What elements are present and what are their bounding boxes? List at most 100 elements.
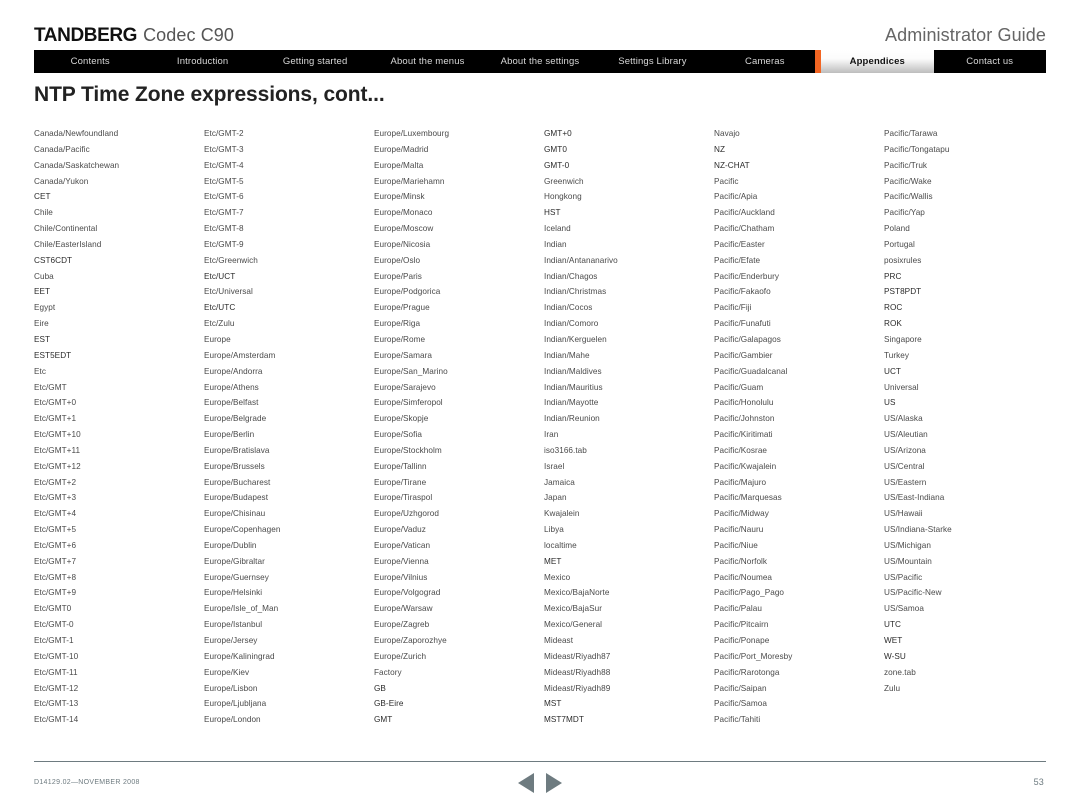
- timezone-entry: Pacific/Honolulu: [714, 398, 774, 408]
- timezone-entry: Mideast: [544, 636, 574, 645]
- timezone-entry: Etc: [34, 366, 46, 376]
- timezone-entry: Europe/Athens: [204, 382, 259, 392]
- timezone-entry: US/Indiana-Starke: [884, 525, 952, 535]
- section-navbar[interactable]: Contents Introduction Getting started About…: [34, 50, 1046, 73]
- timezone-entry: Mideast/Riyadh87: [544, 651, 611, 661]
- nav-tab-cameras[interactable]: Cameras: [708, 50, 822, 73]
- timezone-entry: Pacific/Majuro: [714, 477, 767, 487]
- timezone-entry: Europe/Monaco: [374, 208, 433, 218]
- timezone-entry: Europe/Uzhgorod: [374, 509, 439, 519]
- timezone-entry: Etc/GMT-4: [204, 160, 244, 170]
- triangle-right-icon[interactable]: [546, 773, 562, 793]
- timezone-entry: US/Mountain: [884, 556, 932, 566]
- nav-tab-label: Getting started: [282, 56, 348, 67]
- timezone-entry: Europe/Sarajevo: [374, 382, 436, 392]
- triangle-left-icon[interactable]: [518, 773, 534, 793]
- timezone-entry: Europe/Vilnius: [374, 572, 428, 582]
- nav-tab-about-the-settings[interactable]: About the settings: [483, 50, 597, 73]
- timezone-entry: US/Eastern: [884, 477, 927, 487]
- timezone-entry: Europe/Belfast: [204, 398, 259, 408]
- timezone-entry: Pacific/Palau: [714, 604, 762, 614]
- timezone-entry: Pacific/Port_Moresby: [714, 651, 793, 661]
- timezone-entry: Egypt: [34, 303, 56, 313]
- timezone-entry: Europe/San_Marino: [374, 366, 448, 376]
- timezone-entry: Indian/Reunion: [544, 414, 600, 424]
- timezone-entry: MST: [544, 699, 562, 709]
- timezone-entry: Europe/Vaduz: [374, 525, 426, 535]
- timezone-entry: UTC: [884, 620, 901, 630]
- nav-tab-appendices[interactable]: Appendices: [815, 50, 934, 73]
- timezone-entry: Etc/GMT-1: [34, 636, 74, 645]
- timezone-entry: Pacific/Pago_Pago: [714, 588, 785, 598]
- timezone-entry: Pacific/Funafuti: [714, 319, 771, 329]
- timezone-column: Navajo NZ NZ-CHAT Pacific Pacific/Apia Pacifi…: [714, 126, 884, 728]
- timezone-entry: Japan: [544, 493, 567, 503]
- nav-tab-contact-us[interactable]: Contact us: [933, 50, 1046, 73]
- timezone-entry: Europe/Stockholm: [374, 445, 442, 455]
- timezone-entry: Europe/Tiraspol: [374, 493, 433, 503]
- nav-tab-about-the-menus[interactable]: About the menus: [371, 50, 484, 73]
- timezone-entry: Universal: [884, 382, 919, 392]
- timezone-entry: Poland: [884, 224, 910, 234]
- timezone-entry: Indian: [544, 239, 567, 249]
- timezone-entry: Hongkong: [544, 192, 582, 202]
- timezone-entry: Etc/UTC: [204, 303, 236, 313]
- document-id: D14129.02—NOVEMBER 2008: [34, 779, 140, 786]
- timezone-entry: ROK: [884, 319, 902, 329]
- timezone-entry: Europe/Tallinn: [374, 461, 427, 471]
- timezone-entry: Europe/Amsterdam: [204, 350, 276, 360]
- timezone-entry: Etc/GMT+12: [34, 461, 81, 471]
- timezone-entry: Etc/GMT-0: [34, 620, 74, 630]
- timezone-entry: GB-Eire: [374, 699, 404, 709]
- timezone-entry: Etc/GMT+4: [34, 509, 77, 519]
- nav-tab-label: Contents: [70, 56, 110, 67]
- timezone-entry: Etc/GMT-10: [34, 651, 79, 661]
- timezone-entry: Etc/GMT+5: [34, 525, 77, 535]
- timezone-entry: posixrules: [884, 255, 922, 265]
- timezone-entry: PST8PDT: [884, 287, 922, 297]
- timezone-entry: Pacific/Fiji: [714, 303, 752, 313]
- timezone-entry: Etc/GMT-8: [204, 224, 244, 234]
- timezone-entry: Europe/Andorra: [204, 366, 263, 376]
- nav-tab-getting-started[interactable]: Getting started: [258, 50, 372, 73]
- timezone-entry: Etc/GMT+11: [34, 445, 81, 455]
- timezone-entry: Pacific/Gambier: [714, 350, 773, 360]
- nav-tab-contents[interactable]: Contents: [34, 50, 147, 73]
- timezone-entry: Europe/Budapest: [204, 493, 269, 503]
- timezone-entry: US/Hawaii: [884, 509, 923, 519]
- timezone-entry: GMT: [374, 715, 393, 725]
- timezone-entry: Europe/Lisbon: [204, 683, 258, 693]
- page-number: 53: [1033, 777, 1044, 787]
- timezone-entry: US: [884, 398, 896, 408]
- timezone-entry: Etc/GMT+0: [34, 398, 77, 408]
- timezone-entry: Cuba: [34, 271, 54, 281]
- timezone-entry: Etc/Greenwich: [204, 255, 258, 265]
- timezone-entry: Chile/Continental: [34, 224, 98, 234]
- timezone-entry: Europe/Prague: [374, 303, 430, 313]
- timezone-entry: Indian/Comoro: [544, 319, 599, 329]
- timezone-entry: Canada/Pacific: [34, 144, 90, 154]
- timezone-entry: Mideast/Riyadh89: [544, 683, 611, 693]
- timezone-column: GMT+0 GMT0 GMT-0 Greenwich Hongkong HST Icelan…: [544, 126, 714, 728]
- timezone-entry: Europe/Rome: [374, 334, 426, 344]
- document-page: TANDBERG Codec C90 Administrator Guide Co…: [0, 0, 1080, 811]
- nav-tab-introduction[interactable]: Introduction: [146, 50, 259, 73]
- timezone-entry: Etc/GMT-6: [204, 192, 244, 202]
- timezone-entry: Europe/Samara: [374, 350, 432, 360]
- timezone-entry: Mexico/BajaSur: [544, 604, 603, 614]
- timezone-entry: US/Alaska: [884, 414, 923, 424]
- timezone-entry: CET: [34, 192, 51, 202]
- timezone-entry: Etc/GMT+9: [34, 588, 77, 598]
- timezone-entry: Europe/Simferopol: [374, 398, 443, 408]
- timezone-entry: US/Central: [884, 461, 925, 471]
- timezone-entry: Etc/GMT-13: [34, 699, 79, 709]
- timezone-entry: Mideast/Riyadh88: [544, 667, 611, 677]
- page-header: TANDBERG Codec C90 Administrator Guide: [0, 0, 1080, 50]
- timezone-entry: US/Aleutian: [884, 430, 928, 440]
- timezone-entry: MET: [544, 556, 562, 566]
- timezone-entry: Europe/Moscow: [374, 224, 434, 234]
- timezone-entry: Europe/Gibraltar: [204, 556, 265, 566]
- timezone-entry: Europe/Kaliningrad: [204, 651, 275, 661]
- timezone-entry: Canada/Saskatchewan: [34, 160, 120, 170]
- nav-tab-settings-library[interactable]: Settings Library: [596, 50, 709, 73]
